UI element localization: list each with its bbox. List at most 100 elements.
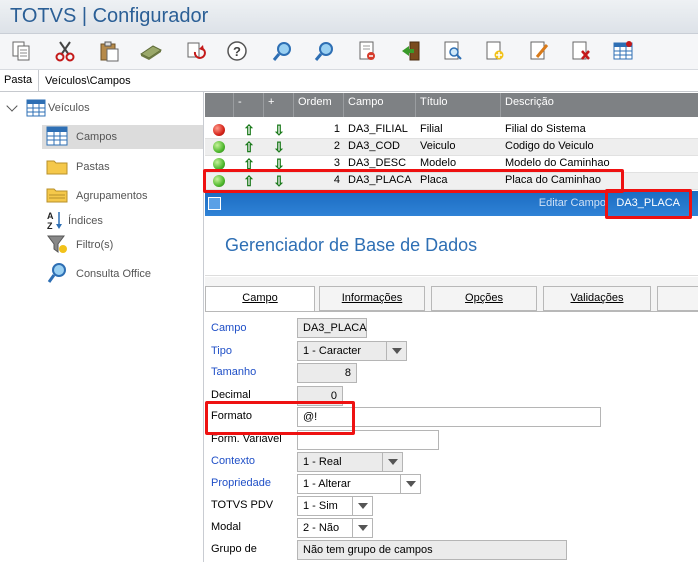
totvs-pdv-select[interactable]: 1 - Sim (297, 496, 373, 516)
cell-titulo: Filial (420, 123, 443, 135)
paste-icon[interactable] (96, 38, 122, 64)
tab-informacoes[interactable]: Informações (319, 286, 425, 311)
col-plus[interactable]: + (264, 93, 294, 117)
tamanho-field[interactable]: 8 (297, 363, 357, 383)
sidebar-item-filtros[interactable]: Filtro(s) (42, 233, 203, 257)
arrow-up-icon[interactable]: ⇧ (241, 122, 257, 138)
money-icon[interactable] (138, 38, 164, 64)
tab-more[interactable] (657, 286, 698, 311)
find-next-icon[interactable] (312, 38, 338, 64)
col-status (205, 93, 234, 117)
chevron-down-icon[interactable] (352, 519, 372, 537)
sidebar-root-veiculos[interactable]: Veículos (0, 96, 203, 120)
tab-label: Validações (570, 292, 624, 304)
filter-icon (46, 234, 68, 257)
tipo-select[interactable]: 1 - Caracter (297, 341, 407, 361)
exit-icon[interactable] (398, 38, 424, 64)
label-contexto: Contexto (211, 455, 256, 467)
chevron-down-icon[interactable] (400, 475, 420, 493)
delete-icon[interactable] (568, 38, 594, 64)
grupo-field[interactable]: Não tem grupo de campos (297, 540, 567, 560)
chevron-down-icon[interactable] (386, 342, 406, 360)
manager-header: Gerenciador de Base de Dados (205, 216, 698, 276)
cell-ordem: 1 (333, 123, 340, 135)
chevron-down-icon[interactable] (382, 453, 402, 471)
cut-icon[interactable] (52, 38, 78, 64)
edit-icon[interactable] (526, 38, 552, 64)
col-ordem[interactable]: Ordem (294, 93, 344, 117)
path-value: Veículos\Campos (45, 75, 131, 87)
search-icon[interactable] (270, 38, 296, 64)
sidebar-item-label: Índices (68, 215, 103, 227)
col-minus[interactable]: - (234, 93, 264, 117)
window-icon[interactable] (208, 197, 221, 210)
import-icon[interactable] (354, 38, 380, 64)
arrow-down-icon[interactable]: ⇩ (271, 122, 287, 138)
folder-icon (46, 157, 68, 178)
arrow-up-icon[interactable]: ⇧ (241, 139, 257, 155)
contexto-value: 1 - Real (303, 456, 342, 468)
sort-az-icon: AZ (46, 210, 64, 233)
sidebar-item-label: Consulta Office (76, 268, 152, 280)
help-icon[interactable]: ? (224, 38, 250, 64)
sidebar-root-label: Veículos (48, 102, 90, 114)
campo-field[interactable]: DA3_PLACA (297, 318, 367, 338)
col-descricao[interactable]: Descrição (501, 93, 698, 117)
cell-descricao: Filial do Sistema (505, 123, 586, 135)
search-icon (46, 262, 68, 287)
grid-icon[interactable] (610, 38, 636, 64)
refresh-icon[interactable] (182, 38, 208, 64)
totvs-pdv-value: 1 - Sim (303, 500, 338, 512)
label-grupo: Grupo de (211, 543, 257, 555)
status-green-icon (213, 141, 225, 153)
arrow-down-icon[interactable]: ⇩ (271, 139, 287, 155)
toolbar: ? (0, 34, 698, 70)
label-totvs-pdv: TOTVS PDV (211, 499, 274, 511)
svg-text:A: A (47, 211, 54, 221)
table-icon (46, 126, 68, 149)
preview-icon[interactable] (440, 38, 466, 64)
propriedade-select[interactable]: 1 - Alterar (297, 474, 421, 494)
title-bar: TOTVS | Configurador (0, 0, 698, 34)
svg-text:?: ? (233, 44, 241, 59)
new-icon[interactable] (482, 38, 508, 64)
sidebar-item-campos[interactable]: Campos (42, 125, 203, 149)
col-campo[interactable]: Campo (344, 93, 416, 117)
label-tipo: Tipo (211, 345, 232, 357)
status-red-icon (213, 124, 225, 136)
tab-validacoes[interactable]: Validações (543, 286, 651, 311)
chevron-down-icon[interactable] (352, 497, 372, 515)
sidebar-item-pastas[interactable]: Pastas (42, 155, 203, 179)
tab-opcoes[interactable]: Opções (431, 286, 537, 311)
tab-label: Informações (341, 292, 403, 304)
col-titulo[interactable]: Título (416, 93, 501, 117)
table-row[interactable]: ⇧ ⇩ 1 DA3_FILIAL Filial Filial do Sistem… (205, 122, 698, 139)
copy-icon[interactable] (8, 38, 34, 64)
contexto-select[interactable]: 1 - Real (297, 452, 403, 472)
propriedade-value: 1 - Alterar (303, 478, 351, 490)
highlight-formato (205, 401, 355, 435)
cell-ordem: 2 (333, 140, 340, 152)
label-modal: Modal (211, 521, 241, 533)
table-row[interactable]: ⇧ ⇩ 2 DA3_COD Veiculo Codigo do Veiculo (205, 139, 698, 156)
tab-campo[interactable]: Campo (205, 286, 315, 312)
path-bar: Pasta Veículos\Campos (0, 70, 698, 92)
chevron-down-icon[interactable] (6, 100, 18, 112)
sidebar: Veículos Campos Pastas Agrupamentos AZ Í… (0, 92, 204, 562)
tipo-value: 1 - Caracter (303, 345, 362, 357)
sidebar-item-agrupamentos[interactable]: Agrupamentos (42, 184, 203, 208)
sidebar-item-indices[interactable]: AZ Índices (42, 209, 203, 233)
sidebar-item-label: Campos (76, 131, 117, 143)
cell-descricao: Codigo do Veiculo (505, 140, 594, 152)
highlight-edit-field-value (605, 189, 692, 219)
sidebar-item-label: Agrupamentos (76, 190, 148, 202)
label-decimal: Decimal (211, 389, 251, 401)
path-label: Pasta (4, 74, 33, 86)
tab-label: Opções (465, 292, 503, 304)
modal-select[interactable]: 2 - Não (297, 518, 373, 538)
sidebar-item-label: Filtro(s) (76, 239, 114, 251)
cell-campo: DA3_COD (348, 140, 400, 152)
sidebar-item-consulta-office[interactable]: Consulta Office (42, 262, 203, 286)
page-title: Gerenciador de Base de Dados (225, 235, 478, 255)
folders-icon (46, 186, 68, 207)
